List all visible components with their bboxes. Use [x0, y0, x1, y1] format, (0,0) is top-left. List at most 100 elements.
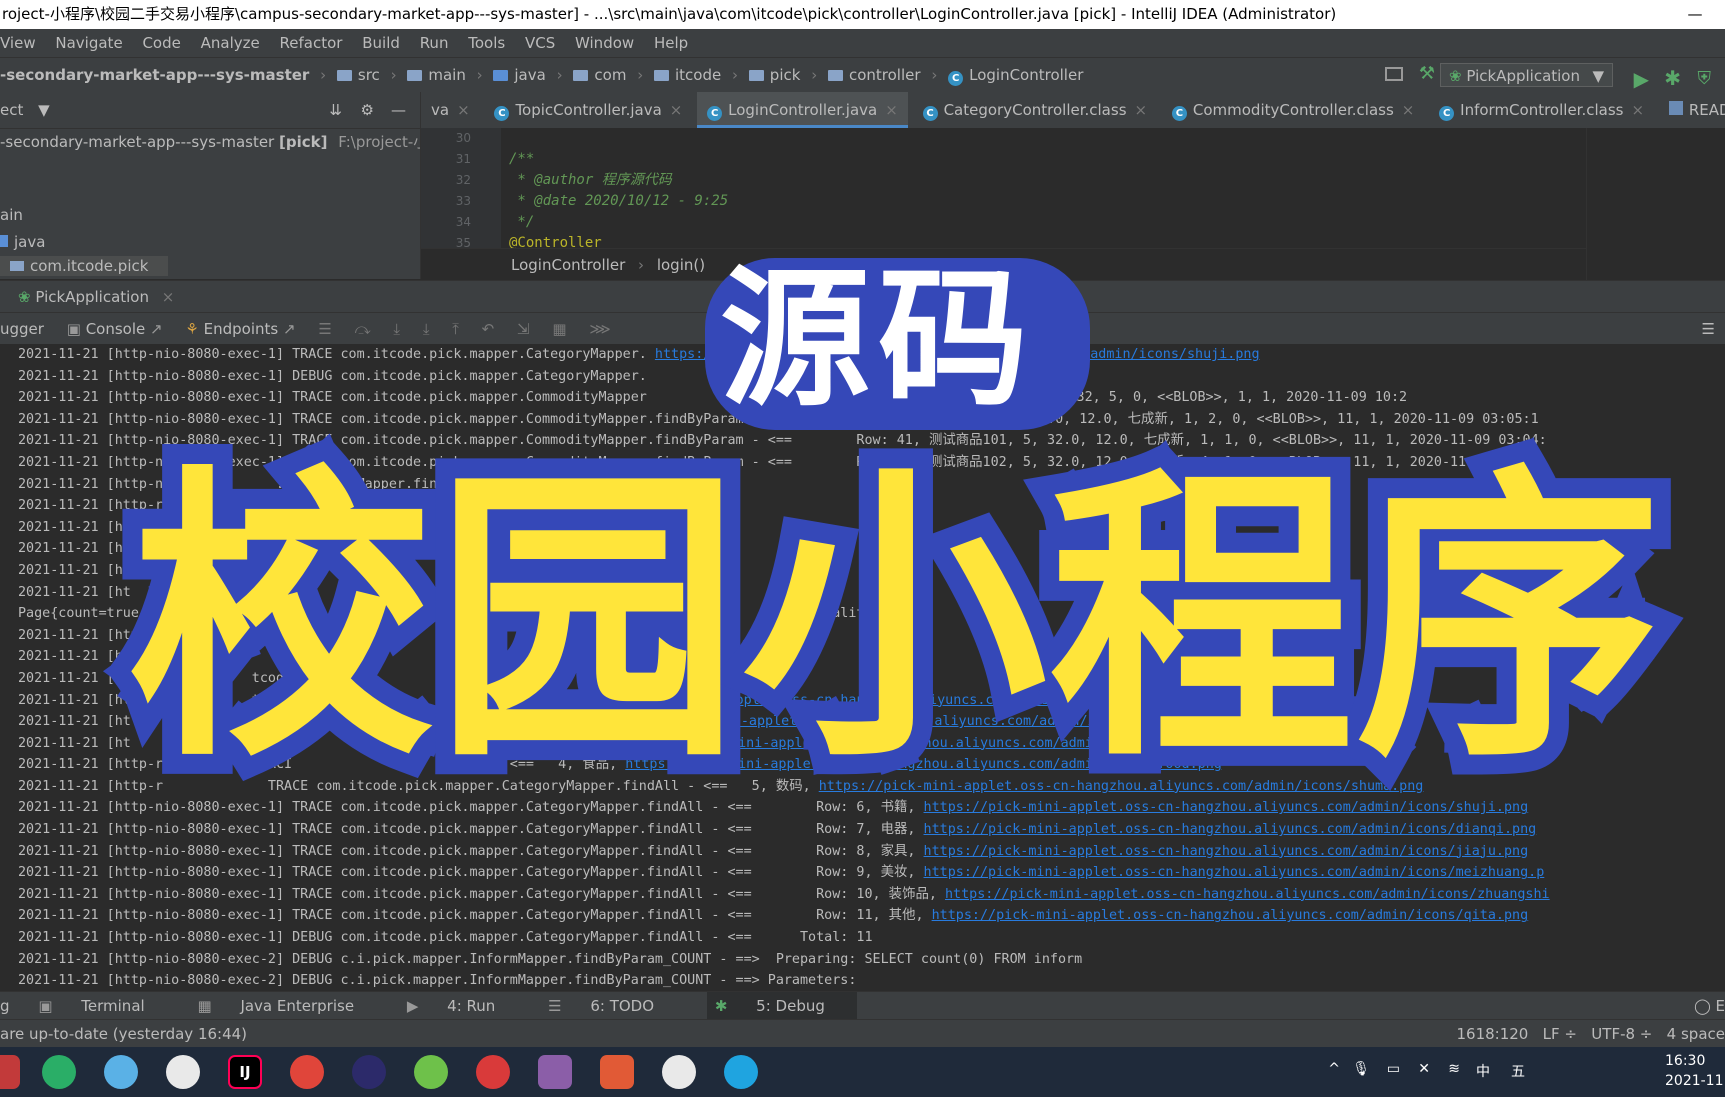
tree-item-package[interactable]: com.itcode.pick — [0, 256, 168, 276]
layout-icon[interactable] — [1385, 67, 1403, 81]
breadcrumb-project[interactable]: -secondary-market-app---sys-master — [0, 58, 309, 92]
run-tool[interactable]: ▶ 4: Run — [407, 992, 519, 1020]
tab-partial[interactable]: va × — [421, 92, 480, 128]
breadcrumb-com[interactable]: com — [594, 58, 626, 92]
run-icon[interactable]: ▶ — [1634, 62, 1649, 96]
breadcrumb-pick[interactable]: pick — [770, 58, 801, 92]
event-log-icon[interactable]: ◯ E — [1694, 992, 1725, 1020]
debug-session-tab[interactable]: PickApplication — [35, 288, 149, 306]
microphone-icon[interactable]: 🎙︎ — [1352, 1061, 1370, 1077]
editor-crumb-class[interactable]: LoginController — [511, 256, 625, 274]
tab-endpoints[interactable]: ⚘ Endpoints ↗ — [185, 313, 295, 345]
menu-analyze[interactable]: Analyze — [201, 29, 260, 57]
line-separator[interactable]: LF ÷ — [1543, 1025, 1577, 1043]
hide-icon[interactable]: — — [391, 92, 406, 128]
project-view-select[interactable]: ect — [0, 101, 23, 119]
terminal-tool[interactable]: ▣ Terminal — [38, 992, 168, 1020]
debug-icon[interactable]: ✱ — [1664, 61, 1681, 95]
file-encoding[interactable]: UTF-8 ÷ — [1591, 1025, 1652, 1043]
app-icon[interactable] — [0, 1055, 20, 1089]
coverage-icon[interactable]: ⛨ — [1698, 62, 1712, 96]
tab-commodity-controller[interactable]: C CommodityController.class × — [1162, 92, 1425, 128]
debug-tool[interactable]: ✱ 5: Debug — [706, 992, 857, 1020]
code-editor[interactable]: /** * @author 程序源代码 * @date 2020/10/12 -… — [501, 128, 1586, 251]
java-enterprise-tool[interactable]: ▦ Java Enterprise — [197, 992, 378, 1020]
editor-scrollbar[interactable] — [1586, 128, 1725, 280]
tab-debugger[interactable]: ugger — [0, 313, 44, 345]
menu-icon[interactable]: ☰ — [1702, 313, 1715, 345]
wechat-icon[interactable] — [42, 1055, 76, 1089]
menu-window[interactable]: Window — [575, 29, 634, 57]
hammer-icon[interactable]: ⚒ — [1419, 64, 1435, 84]
console-link[interactable]: https://pick-mini-applet.oss-cn-hangzhou… — [924, 844, 1529, 859]
step-into-icon[interactable]: ⤓ — [393, 313, 400, 345]
tab-category-controller[interactable]: C CategoryController.class × — [913, 92, 1158, 128]
minimize-button[interactable]: — — [1665, 0, 1725, 29]
clock-time[interactable]: 16:30 — [1665, 1053, 1725, 1069]
tree-item-root[interactable]: -secondary-market-app---sys-master [pick… — [0, 129, 420, 156]
chat-icon[interactable] — [166, 1055, 200, 1089]
menu-build[interactable]: Build — [362, 29, 400, 57]
run-to-cursor-icon[interactable]: ⇲ — [517, 313, 530, 345]
ime-mode[interactable]: 五 — [1511, 1061, 1525, 1081]
menu-navigate[interactable]: Navigate — [55, 29, 122, 57]
close-icon[interactable]: × — [885, 101, 898, 119]
breadcrumb-main[interactable]: main — [428, 58, 465, 92]
menu-code[interactable]: Code — [142, 29, 180, 57]
chevron-down-icon[interactable]: ▼ — [38, 101, 50, 119]
drop-frame-icon[interactable]: ↶ — [482, 313, 495, 345]
todo-tool[interactable]: ☰ 6: TODO — [548, 992, 678, 1020]
menu-tools[interactable]: Tools — [468, 29, 505, 57]
tab-readme[interactable]: README.mo — [1659, 92, 1725, 128]
editor-crumb-method[interactable]: login() — [657, 256, 705, 274]
tab-topic-controller[interactable]: C TopicController.java × — [484, 92, 692, 128]
indent-setting[interactable]: 4 space — [1667, 1025, 1725, 1043]
run-configuration-select[interactable]: ❀ PickApplication ▼ — [1440, 63, 1613, 87]
console-link[interactable]: https://pick-mini-applet.oss-cn-hangzhou… — [924, 865, 1545, 880]
menu-help[interactable]: Help — [654, 29, 688, 57]
breadcrumb-class[interactable]: LoginController — [969, 58, 1083, 92]
chat-icon[interactable] — [662, 1055, 696, 1089]
tree-item-java[interactable]: java — [0, 229, 420, 256]
menu-refactor[interactable]: Refactor — [280, 29, 343, 57]
caret-position[interactable]: 1618:120 — [1456, 1025, 1528, 1043]
chrome-icon[interactable] — [290, 1055, 324, 1089]
close-icon[interactable]: × — [1631, 101, 1644, 119]
force-step-into-icon[interactable]: ⤓ — [423, 313, 430, 345]
tree-item-main[interactable]: ain — [0, 202, 420, 229]
breadcrumb-java[interactable]: java — [514, 58, 545, 92]
eclipse-icon[interactable] — [352, 1055, 386, 1089]
flower-app-icon[interactable] — [104, 1055, 138, 1089]
tab-login-controller[interactable]: C LoginController.java × — [697, 92, 908, 128]
gear-icon[interactable]: ⚙ — [361, 92, 374, 128]
db-app-icon[interactable] — [538, 1055, 572, 1089]
close-icon[interactable]: × — [1135, 101, 1148, 119]
menu-run[interactable]: Run — [420, 29, 449, 57]
breadcrumb-src[interactable]: src — [358, 58, 380, 92]
menu-view[interactable]: View — [0, 29, 36, 57]
console-link[interactable]: https://pick-mini-applet.oss-cn-hangzhou… — [945, 887, 1550, 902]
close-icon[interactable]: × — [457, 101, 470, 119]
evaluate-icon[interactable]: ▦ — [552, 313, 566, 345]
tab-inform-controller[interactable]: C InformController.class × — [1429, 92, 1654, 128]
console-link[interactable]: https://pick-mini-applet.oss-cn-hangzhou… — [932, 908, 1529, 923]
wifi-icon[interactable]: ≋ — [1448, 1061, 1460, 1077]
tab-console[interactable]: ▣ Console ↗ — [67, 313, 163, 345]
step-out-icon[interactable]: ⤒ — [452, 313, 459, 345]
close-icon[interactable]: × — [162, 288, 175, 306]
volume-mute-icon[interactable]: ✕ — [1418, 1061, 1430, 1077]
close-icon[interactable]: × — [1402, 101, 1415, 119]
close-icon[interactable]: × — [670, 101, 683, 119]
clock-date[interactable]: 2021-11 — [1665, 1073, 1725, 1089]
step-over-icon[interactable]: ⤼ — [355, 313, 371, 345]
edge-icon[interactable] — [724, 1055, 758, 1089]
ime-indicator[interactable]: 中 — [1476, 1061, 1490, 1081]
navicat-icon[interactable] — [476, 1055, 510, 1089]
console-link[interactable]: https://pick-mini-applet.oss-cn-hangzhou… — [924, 800, 1529, 815]
frames-icon[interactable]: ☰ — [318, 313, 331, 345]
network-icon[interactable]: ▭ — [1387, 1061, 1400, 1077]
breadcrumb-controller[interactable]: controller — [849, 58, 921, 92]
chevron-up-icon[interactable]: ^ — [1328, 1061, 1340, 1077]
collapse-all-icon[interactable]: ⇊ — [329, 92, 342, 128]
console-link[interactable]: https://pick-mini-applet.oss-cn-hangzhou… — [924, 822, 1537, 837]
